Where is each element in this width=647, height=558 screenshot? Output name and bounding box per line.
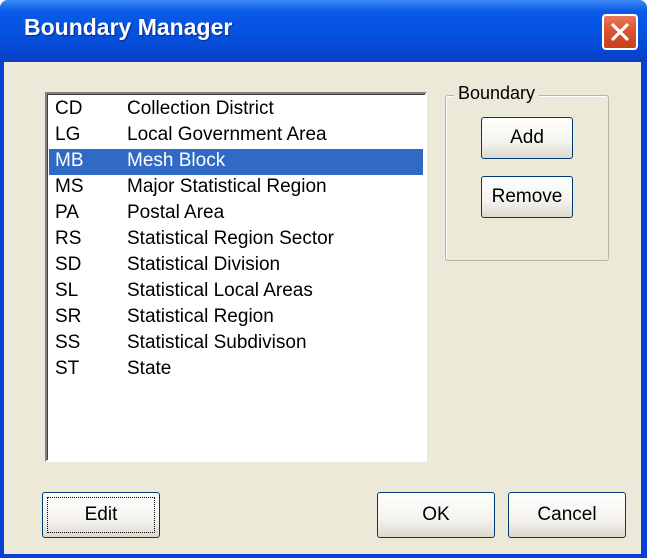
add-button[interactable]: Add [481,117,573,159]
title-bar[interactable]: Boundary Manager [0,0,647,62]
boundary-name: Statistical Local Areas [127,280,313,301]
close-icon [611,23,629,41]
cancel-button[interactable]: Cancel [508,492,626,538]
boundary-code: CD [55,98,83,119]
list-item[interactable]: PA Postal Area [49,201,423,227]
boundary-name: Mesh Block [127,150,226,171]
close-button[interactable] [602,14,638,50]
list-item[interactable]: SR Statistical Region [49,305,423,331]
dialog-window: Boundary Manager CD Collection District … [0,0,647,558]
window-title: Boundary Manager [24,14,233,40]
boundary-code: LG [55,124,81,145]
list-item[interactable]: CD Collection District [49,97,423,123]
list-item[interactable]: SL Statistical Local Areas [49,279,423,305]
boundary-code: SL [55,280,79,301]
list-item[interactable]: SS Statistical Subdivison [49,331,423,357]
boundary-groupbox: Boundary Add Remove [445,83,609,261]
dialog-body: CD Collection District LG Local Governme… [4,62,641,554]
boundary-name: Collection District [127,98,274,119]
boundary-group-label: Boundary [454,83,540,104]
list-item[interactable]: ST State [49,357,423,383]
boundary-name: Postal Area [127,202,225,223]
boundary-name: Statistical Region Sector [127,228,334,249]
boundary-code: MB [55,150,84,171]
list-item[interactable]: SD Statistical Division [49,253,423,279]
ok-button[interactable]: OK [377,492,495,538]
boundary-name: Statistical Subdivison [127,332,307,353]
boundary-name: Statistical Region [127,306,274,327]
list-item-selected[interactable]: MB Mesh Block [49,149,423,175]
boundary-code: SD [55,254,82,275]
boundary-name: State [127,358,172,379]
list-item[interactable]: LG Local Government Area [49,123,423,149]
boundary-code: SR [55,306,82,327]
list-item[interactable]: RS Statistical Region Sector [49,227,423,253]
edit-button[interactable]: Edit [42,492,160,538]
boundary-name: Major Statistical Region [127,176,327,197]
boundary-name: Statistical Division [127,254,281,275]
boundary-code: ST [55,358,80,379]
boundary-name: Local Government Area [127,124,327,145]
list-item[interactable]: MS Major Statistical Region [49,175,423,201]
boundary-list[interactable]: CD Collection District LG Local Governme… [45,92,427,462]
boundary-code: PA [55,202,79,223]
remove-button[interactable]: Remove [481,176,573,218]
boundary-code: RS [55,228,82,249]
boundary-code: MS [55,176,84,197]
boundary-code: SS [55,332,81,353]
focus-rect [47,497,155,533]
